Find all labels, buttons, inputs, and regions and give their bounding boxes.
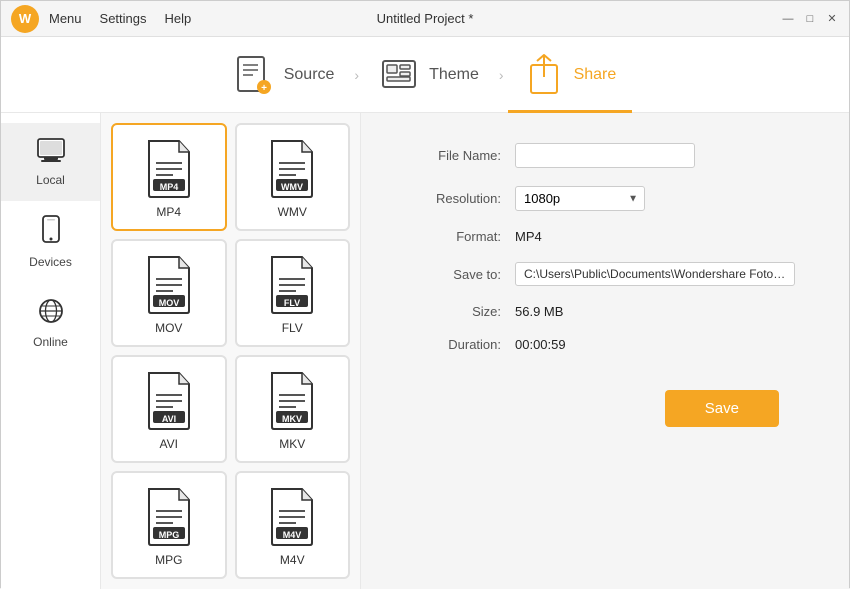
step-source-label: Source <box>284 66 335 84</box>
properties-panel: File Name: Resolution: 720p1080p4K ▼ For… <box>361 113 849 589</box>
devices-icon <box>40 215 62 251</box>
file-icon-mov: MOV <box>143 255 195 315</box>
svg-text:WMV: WMV <box>281 182 303 192</box>
menu-item-help[interactable]: Help <box>165 11 192 26</box>
sidebar: Local Devices On <box>1 113 101 589</box>
source-icon: + <box>234 53 274 97</box>
format-scroll[interactable]: MP4 MP4 WMV WMV <box>101 113 360 589</box>
window-title: Untitled Project * <box>377 11 474 26</box>
theme-icon <box>379 53 419 97</box>
svg-text:MP4: MP4 <box>159 182 178 192</box>
svg-text:+: + <box>261 83 267 94</box>
format-area: MP4 MP4 WMV WMV <box>101 113 361 589</box>
sidebar-devices-label: Devices <box>29 255 72 269</box>
filename-input[interactable] <box>515 143 695 168</box>
format-item-mp4[interactable]: MP4 MP4 <box>111 123 227 231</box>
close-button[interactable]: ✕ <box>825 12 839 26</box>
window-controls: — □ ✕ <box>781 12 839 26</box>
file-icon-mkv: MKV <box>266 371 318 431</box>
format-label-flv: FLV <box>282 321 303 335</box>
file-icon-mpg: MPG <box>143 487 195 547</box>
format-label-mpg: MPG <box>155 553 182 567</box>
format-label-mp4: MP4 <box>156 205 181 219</box>
file-icon-m4v: M4V <box>266 487 318 547</box>
svg-text:FLV: FLV <box>284 298 300 308</box>
minimize-button[interactable]: — <box>781 12 795 26</box>
menu-item-menu[interactable]: Menu <box>49 11 82 26</box>
share-icon <box>524 53 564 97</box>
format-item-mov[interactable]: MOV MOV <box>111 239 227 347</box>
step-bar: + Source › Theme › Share <box>1 37 849 113</box>
arrow-1: › <box>350 67 363 83</box>
sidebar-item-devices[interactable]: Devices <box>1 201 100 283</box>
menu-item-settings[interactable]: Settings <box>100 11 147 26</box>
prop-row-duration: Duration: 00:00:59 <box>401 337 809 352</box>
sidebar-online-label: Online <box>33 335 68 349</box>
maximize-button[interactable]: □ <box>803 12 817 26</box>
sidebar-local-label: Local <box>36 173 65 187</box>
size-value: 56.9 MB <box>515 304 563 319</box>
format-label-m4v: M4V <box>280 553 305 567</box>
step-share[interactable]: Share <box>508 37 633 113</box>
resolution-label: Resolution: <box>401 191 501 206</box>
app-logo: W <box>11 5 39 33</box>
file-icon-avi: AVI <box>143 371 195 431</box>
local-icon <box>36 137 66 169</box>
format-label-mov: MOV <box>155 321 182 335</box>
svg-text:MOV: MOV <box>158 298 179 308</box>
online-icon <box>37 297 65 331</box>
file-icon-wmv: WMV <box>266 139 318 199</box>
svg-text:AVI: AVI <box>162 414 176 424</box>
svg-text:MKV: MKV <box>282 414 302 424</box>
duration-label: Duration: <box>401 337 501 352</box>
format-item-mkv[interactable]: MKV MKV <box>235 355 351 463</box>
menu-bar: Menu Settings Help <box>49 11 191 26</box>
format-item-mpg[interactable]: MPG MPG <box>111 471 227 579</box>
prop-row-filename: File Name: <box>401 143 809 168</box>
format-value: MP4 <box>515 229 542 244</box>
step-share-label: Share <box>574 66 617 84</box>
format-item-avi[interactable]: AVI AVI <box>111 355 227 463</box>
svg-text:MPG: MPG <box>158 530 179 540</box>
titlebar: W Menu Settings Help Untitled Project * … <box>1 1 849 37</box>
format-grid: MP4 MP4 WMV WMV <box>111 123 350 579</box>
sidebar-item-online[interactable]: Online <box>1 283 100 363</box>
prop-row-saveto: Save to: C:\Users\Public\Documents\Wonde… <box>401 262 809 286</box>
prop-row-format: Format: MP4 <box>401 229 809 244</box>
saveto-label: Save to: <box>401 267 501 282</box>
saveto-value[interactable]: C:\Users\Public\Documents\Wondershare Fo… <box>515 262 795 286</box>
main-content: Local Devices On <box>1 113 849 589</box>
resolution-select-wrap: 720p1080p4K ▼ <box>515 186 645 211</box>
sidebar-item-local[interactable]: Local <box>1 123 100 201</box>
prop-row-size: Size: 56.9 MB <box>401 304 809 319</box>
filename-label: File Name: <box>401 148 501 163</box>
file-icon-mp4: MP4 <box>143 139 195 199</box>
arrow-2: › <box>495 67 508 83</box>
resolution-select[interactable]: 720p1080p4K <box>515 186 645 211</box>
format-label-wmv: WMV <box>278 205 307 219</box>
format-item-flv[interactable]: FLV FLV <box>235 239 351 347</box>
svg-text:M4V: M4V <box>283 530 302 540</box>
format-item-m4v[interactable]: M4V M4V <box>235 471 351 579</box>
format-label-avi: AVI <box>160 437 178 451</box>
step-theme-label: Theme <box>429 66 479 84</box>
format-label-mkv: MKV <box>279 437 305 451</box>
size-label: Size: <box>401 304 501 319</box>
format-item-wmv[interactable]: WMV WMV <box>235 123 351 231</box>
step-source[interactable]: + Source <box>218 37 351 113</box>
duration-value: 00:00:59 <box>515 337 566 352</box>
prop-row-resolution: Resolution: 720p1080p4K ▼ <box>401 186 809 211</box>
format-label: Format: <box>401 229 501 244</box>
save-button[interactable]: Save <box>665 390 779 427</box>
step-theme[interactable]: Theme <box>363 37 495 113</box>
file-icon-flv: FLV <box>266 255 318 315</box>
